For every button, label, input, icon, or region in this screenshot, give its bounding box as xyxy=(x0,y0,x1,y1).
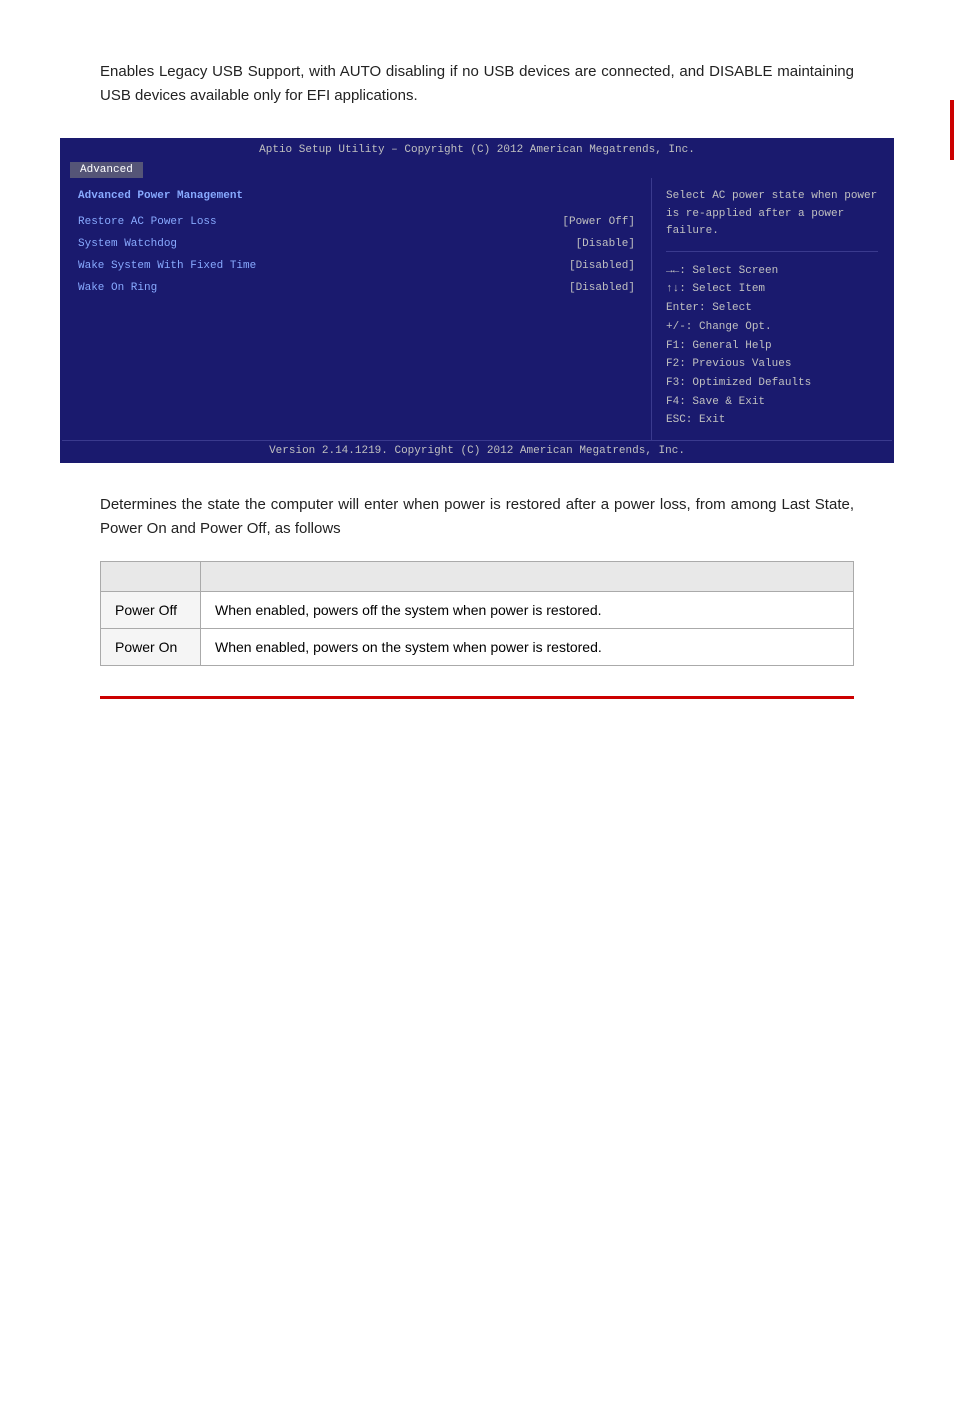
bios-key-f1-help: F1: General Help xyxy=(666,337,878,356)
red-bottom-line xyxy=(100,696,854,699)
bios-item-restore-ac: Restore AC Power Loss [Power Off] xyxy=(78,216,635,228)
bios-key-f2-prev: F2: Previous Values xyxy=(666,355,878,374)
table-header-col2 xyxy=(201,561,854,591)
bios-key-f4-save: F4: Save & Exit xyxy=(666,393,878,412)
bios-item-wake-fixed: Wake System With Fixed Time [Disabled] xyxy=(78,260,635,272)
table-label-power-off: Power Off xyxy=(101,591,201,628)
table-row-power-off: Power Off When enabled, powers off the s… xyxy=(101,591,854,628)
bios-screenshot: Aptio Setup Utility – Copyright (C) 2012… xyxy=(60,138,894,463)
table-header-col1 xyxy=(101,561,201,591)
table-label-power-on: Power On xyxy=(101,628,201,665)
top-red-bar xyxy=(950,100,954,160)
table-header-row xyxy=(101,561,854,591)
bios-tab-bar: Advanced xyxy=(62,160,892,178)
bios-item-wake-ring: Wake On Ring [Disabled] xyxy=(78,282,635,294)
bios-key-esc-exit: ESC: Exit xyxy=(666,411,878,430)
bios-footer: Version 2.14.1219. Copyright (C) 2012 Am… xyxy=(62,440,892,461)
bios-divider xyxy=(666,251,878,252)
bios-item-restore-ac-label: Restore AC Power Loss xyxy=(78,216,217,228)
description-2: Determines the state the computer will e… xyxy=(100,493,854,541)
bios-header-label: Advanced Power Management xyxy=(78,190,243,202)
description-1: Enables Legacy USB Support, with AUTO di… xyxy=(100,60,854,108)
bios-item-wake-fixed-value: [Disabled] xyxy=(569,260,635,272)
bios-key-enter-select: Enter: Select xyxy=(666,299,878,318)
power-table: Power Off When enabled, powers off the s… xyxy=(100,561,854,666)
bios-content: Advanced Power Management Restore AC Pow… xyxy=(62,178,892,440)
bios-item-watchdog-label: System Watchdog xyxy=(78,238,177,250)
bios-item-wake-fixed-label: Wake System With Fixed Time xyxy=(78,260,256,272)
bios-item-watchdog-value: [Disable] xyxy=(576,238,635,250)
bios-left-panel: Advanced Power Management Restore AC Pow… xyxy=(62,178,652,440)
bios-item-watchdog: System Watchdog [Disable] xyxy=(78,238,635,250)
bios-right-panel: Select AC power state when power is re-a… xyxy=(652,178,892,440)
bios-menu-header: Advanced Power Management xyxy=(78,190,635,202)
bios-key-f3-optimized: F3: Optimized Defaults xyxy=(666,374,878,393)
bios-item-wake-ring-value: [Disabled] xyxy=(569,282,635,294)
bios-item-restore-ac-value: [Power Off] xyxy=(562,216,635,228)
bios-title: Aptio Setup Utility – Copyright (C) 2012… xyxy=(62,140,892,160)
table-row-power-on: Power On When enabled, powers on the sys… xyxy=(101,628,854,665)
table-desc-power-on: When enabled, powers on the system when … xyxy=(201,628,854,665)
bios-tab-advanced: Advanced xyxy=(70,162,143,178)
bios-help-text: Select AC power state when power is re-a… xyxy=(666,188,878,241)
bios-item-wake-ring-label: Wake On Ring xyxy=(78,282,157,294)
table-desc-power-off: When enabled, powers off the system when… xyxy=(201,591,854,628)
bios-key-select-item: ↑↓: Select Item xyxy=(666,280,878,299)
bios-keys-list: →←: Select Screen ↑↓: Select Item Enter:… xyxy=(666,262,878,430)
bios-key-change-opt: +/-: Change Opt. xyxy=(666,318,878,337)
bios-key-select-screen: →←: Select Screen xyxy=(666,262,878,281)
